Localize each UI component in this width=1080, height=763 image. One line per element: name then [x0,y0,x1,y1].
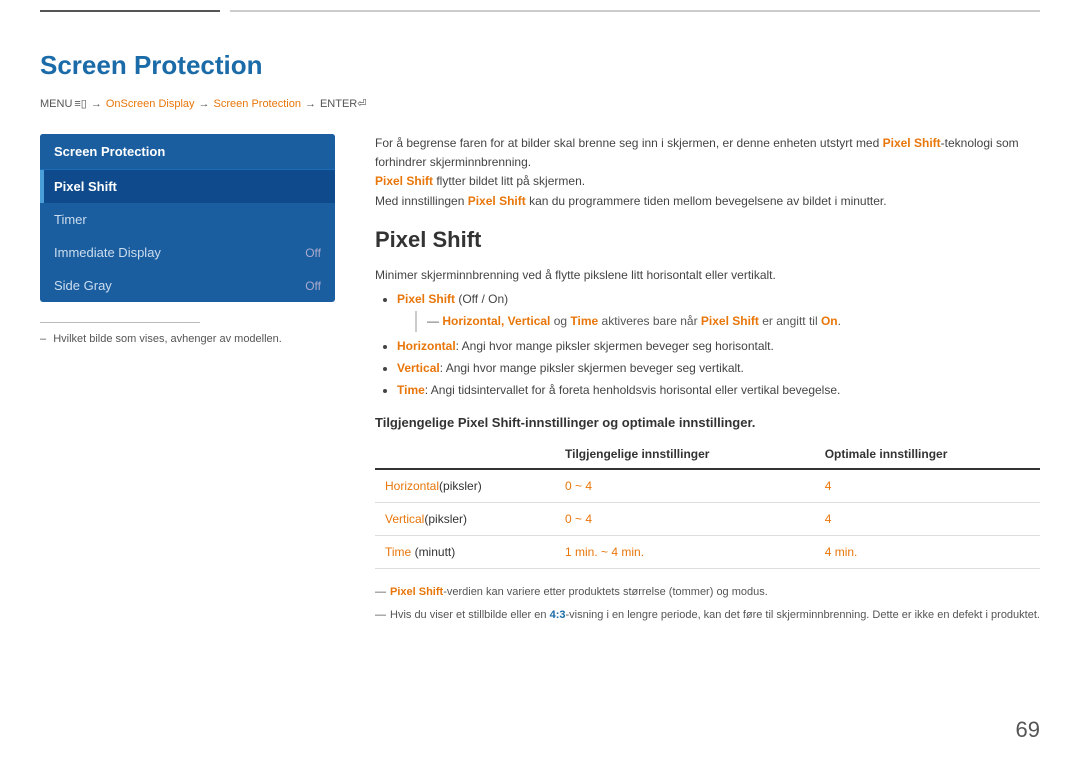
table-title: Tilgjengelige Pixel Shift-innstillinger … [375,415,1040,430]
table-cell-vertical-label: Vertical(piksler) [375,503,555,536]
sub-hl-ps: Pixel Shift [701,314,759,328]
table-cell-time-label: Time (minutt) [375,536,555,569]
fn-dash-1: ― [375,583,386,602]
menu-box: Screen Protection Pixel Shift Timer Imme… [40,134,335,302]
bullet-intro: Minimer skjerminnbrenning ved å flytte p… [375,265,1040,285]
bullet-hl-pixelshift: Pixel Shift [397,292,455,306]
table-cell-horizontal-label: Horizontal(piksler) [375,469,555,503]
bullet-list: Pixel Shift (Off / On) ― Horizontal, Ver… [375,289,1040,401]
arrow-3: → [305,98,316,110]
intro-line-3: Med innstillingen Pixel Shift kan du pro… [375,192,1040,211]
footnote-section: ― Pixel Shift-verdien kan variere etter … [375,583,1040,628]
table-cell-time-available: 1 min. ~ 4 min. [555,536,815,569]
highlight-pixelshift-3: Pixel Shift [468,194,526,208]
intro-text: For å begrense faren for at bilder skal … [375,134,1040,211]
footnote-2: ― Hvis du viser et stillbilde eller en 4… [375,606,1040,625]
fn-text-2: Hvis du viser et stillbilde eller en 4:3… [390,606,1040,625]
intro-line-1: For å begrense faren for at bilder skal … [375,134,1040,172]
breadcrumb: MENU ≡▯ → OnScreen Display → Screen Prot… [40,97,1040,110]
bullet-item-time: Time: Angi tidsintervallet for å foreta … [397,380,1040,402]
sub-note: ― Horizontal, Vertical og Time aktiveres… [415,311,1040,333]
intro-line-2: Pixel Shift flytter bildet litt på skjer… [375,172,1040,191]
table-col-label [375,440,555,469]
table-cell-time-optimal: 4 min. [815,536,1040,569]
footnote-1: ― Pixel Shift-verdien kan variere etter … [375,583,1040,602]
table-cell-horizontal-optimal: 4 [815,469,1040,503]
bullet-hl-vertical: Vertical [397,361,440,375]
right-panel: For å begrense faren for at bilder skal … [375,134,1040,743]
menu-box-header: Screen Protection [40,134,335,170]
sub-hl-time: Time [570,314,598,328]
menu-item-pixelshift-label: Pixel Shift [54,179,117,194]
table-cell-vertical-available: 0 ~ 4 [555,503,815,536]
note-content: Hvilket bilde som vises, avhenger av mod… [53,333,282,345]
top-line-right [230,10,1040,12]
table-cell-horizontal-available: 0 ~ 4 [555,469,815,503]
hl-vertical: Vertical [385,512,424,526]
left-panel: Screen Protection Pixel Shift Timer Imme… [40,134,335,743]
menu-icon: MENU [40,98,72,110]
page-title: Screen Protection [40,50,1040,81]
table-cell-vertical-optimal: 4 [815,503,1040,536]
fn-dash-2: ― [375,606,386,625]
highlight-pixelshift-1: Pixel Shift [883,136,941,150]
enter-label: ENTER⏎ [320,97,367,110]
fn-hl-pixelshift: Pixel Shift [390,586,443,598]
nav-onscreen[interactable]: OnScreen Display [106,98,195,110]
note-dash: – [40,333,46,345]
content-area: Screen Protection Pixel Shift Timer Imme… [40,134,1040,743]
bullet-item-vertical: Vertical: Angi hvor mange piksler skjerm… [397,358,1040,380]
data-table: Tilgjengelige innstillinger Optimale inn… [375,440,1040,569]
note-text: – Hvilket bilde som vises, avhenger av m… [40,333,335,345]
hl-time: Time [385,545,411,559]
menu-symbol: ≡▯ [74,97,86,110]
bullet-item-horizontal: Horizontal: Angi hvor mange piksler skje… [397,336,1040,358]
table-row-time: Time (minutt) 1 min. ~ 4 min. 4 min. [375,536,1040,569]
menu-item-sidegray-label: Side Gray [54,278,112,293]
section-title: Pixel Shift [375,227,1040,253]
hl-horizontal: Horizontal [385,479,439,493]
table-header-row: Tilgjengelige innstillinger Optimale inn… [375,440,1040,469]
menu-item-sidegray[interactable]: Side Gray Off [40,269,335,302]
menu-item-immediate[interactable]: Immediate Display Off [40,236,335,269]
page-container: Screen Protection MENU ≡▯ → OnScreen Dis… [40,20,1040,743]
top-line-left [40,10,220,12]
menu-item-immediate-label: Immediate Display [54,245,161,260]
arrow-1: → [91,98,102,110]
bullet-hl-horizontal: Horizontal [397,339,456,353]
bullet-hl-time: Time [397,383,425,397]
fn-text-1: Pixel Shift-verdien kan variere etter pr… [390,583,768,602]
bullet-item-pixelshift: Pixel Shift (Off / On) [397,289,1040,311]
table-col-available: Tilgjengelige innstillinger [555,440,815,469]
table-row-horizontal: Horizontal(piksler) 0 ~ 4 4 [375,469,1040,503]
sub-hl-on: On [821,314,838,328]
nav-screenprotection[interactable]: Screen Protection [214,98,301,110]
table-row-vertical: Vertical(piksler) 0 ~ 4 4 [375,503,1040,536]
header-section: Screen Protection MENU ≡▯ → OnScreen Dis… [40,50,1040,124]
fn-hl-43: 4:3 [550,609,566,621]
menu-item-pixelshift[interactable]: Pixel Shift [40,170,335,203]
menu-item-timer[interactable]: Timer [40,203,335,236]
highlight-pixelshift-2: Pixel Shift [375,174,433,188]
sub-hl-hv: Horizontal, Vertical [442,314,550,328]
arrow-2: → [199,98,210,110]
menu-item-timer-label: Timer [54,212,87,227]
divider-line [40,322,200,323]
menu-item-sidegray-value: Off [305,279,321,293]
page-number: 69 [1016,717,1040,743]
menu-item-immediate-value: Off [305,246,321,260]
table-col-optimal: Optimale innstillinger [815,440,1040,469]
bullet-section: Minimer skjerminnbrenning ved å flytte p… [375,265,1040,401]
